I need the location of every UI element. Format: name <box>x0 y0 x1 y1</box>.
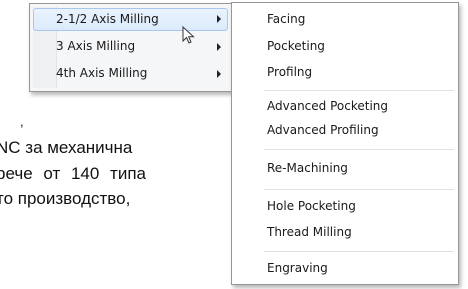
menu-separator <box>264 90 454 91</box>
submenu-arrow-icon <box>217 70 221 78</box>
mouse-cursor-icon <box>182 26 195 44</box>
menu-item-label: Re-Machining <box>267 161 348 175</box>
doc-line: то производство, <box>0 189 131 208</box>
menu-item-hole-pocketing[interactable]: Hole Pocketing <box>232 196 458 216</box>
menu-item-3-axis-milling[interactable]: 3 Axis Milling <box>30 36 231 57</box>
menu-item-label: 3 Axis Milling <box>56 39 136 53</box>
menu-item-label: Advanced Pocketing <box>267 99 389 113</box>
menu-separator <box>264 251 454 252</box>
menu-item-label: Hole Pocketing <box>267 199 356 213</box>
doc-line: , <box>20 114 24 129</box>
menu-item-advanced-profiling[interactable]: Advanced Profiling <box>232 120 458 140</box>
doc-line: NC за механична <box>0 138 133 157</box>
menu-item-re-machining[interactable]: Re-Machining <box>232 158 458 178</box>
menu-item-2-1-2-axis-milling[interactable]: 2-1/2 Axis Milling <box>33 8 228 31</box>
menu-item-label: Engraving <box>267 261 328 275</box>
menu-separator <box>264 149 454 150</box>
menu-item-label: Facing <box>267 12 306 26</box>
milling-type-menu: 2-1/2 Axis Milling 3 Axis Milling 4th Ax… <box>29 3 232 92</box>
menu-item-pocketing[interactable]: Pocketing <box>232 36 458 56</box>
menu-item-label: Thread Milling <box>267 225 352 239</box>
menu-item-profiling[interactable]: Profilng <box>232 62 458 82</box>
doc-line: рече от 140 типа <box>0 164 146 183</box>
submenu-arrow-icon <box>217 43 221 51</box>
menu-item-facing[interactable]: Facing <box>232 9 458 29</box>
menu-item-advanced-pocketing[interactable]: Advanced Pocketing <box>232 96 458 116</box>
menu-item-label: Advanced Profiling <box>267 123 379 137</box>
menu-item-engraving[interactable]: Engraving <box>232 258 458 278</box>
menu-item-label: 4th Axis Milling <box>56 66 148 80</box>
menu-item-thread-milling[interactable]: Thread Milling <box>232 222 458 242</box>
menu-item-4th-axis-milling[interactable]: 4th Axis Milling <box>30 63 231 84</box>
menu-separator <box>264 189 454 190</box>
menu-item-label: Pocketing <box>267 39 325 53</box>
menu-item-label: 2-1/2 Axis Milling <box>56 12 159 26</box>
submenu-arrow-icon <box>217 15 221 23</box>
menu-item-label: Profilng <box>267 65 313 79</box>
2-1-2-axis-milling-submenu: Facing Pocketing Profilng Advanced Pocke… <box>231 2 459 285</box>
